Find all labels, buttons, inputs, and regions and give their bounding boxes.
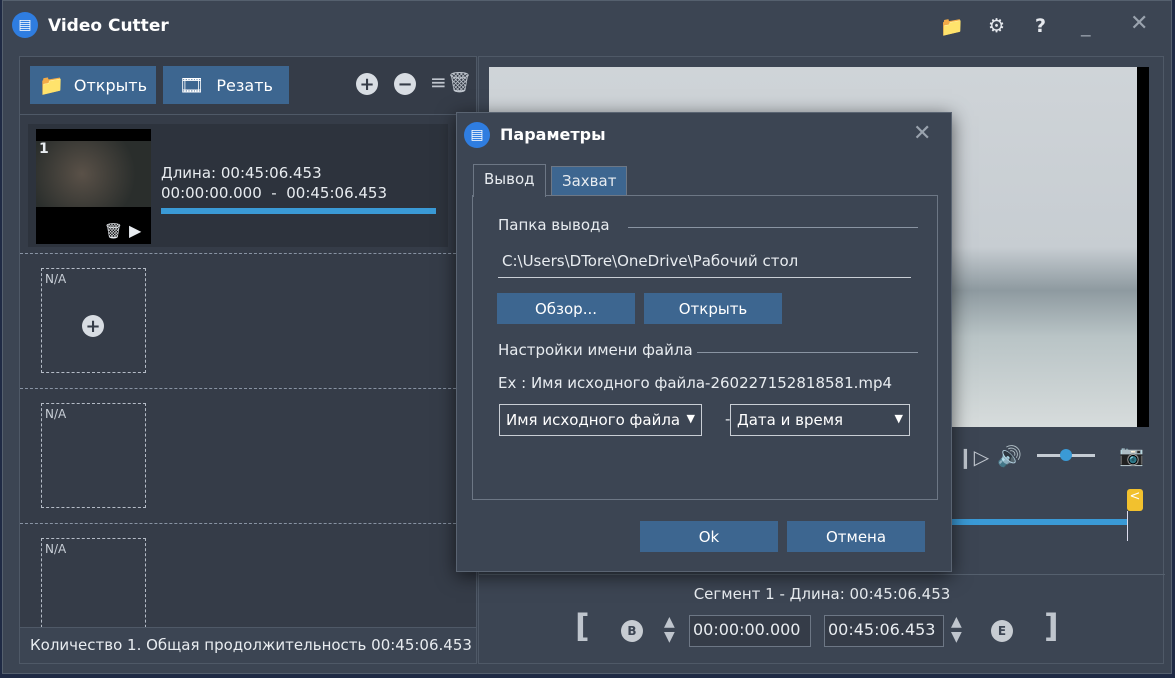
open-label: Открыть	[73, 75, 148, 95]
name-part2-select[interactable]: Дата и время ▼	[730, 404, 910, 436]
folder-icon[interactable]: 📁	[940, 15, 964, 38]
volume-slider[interactable]	[1037, 449, 1095, 461]
minimize-icon[interactable]: _	[1081, 15, 1091, 37]
status-bar: Количество 1. Общая продолжительность 00…	[20, 627, 476, 663]
tab-capture[interactable]: Захват	[551, 166, 628, 196]
dialog-title: Параметры	[500, 125, 606, 144]
snapshot-icon[interactable]: 📷	[1119, 443, 1144, 467]
empty-slot[interactable]: N/A +	[20, 254, 476, 389]
end-time-input[interactable]: 00:45:06.453	[824, 615, 944, 647]
clip-range: 00:00:00.000 - 00:45:06.453	[161, 184, 388, 202]
delete-clip-icon[interactable]: 🗑	[104, 222, 123, 240]
output-path-input[interactable]: C:\Users\DTore\OneDrive\Рабочий стол	[498, 248, 911, 278]
add-icon[interactable]: +	[356, 73, 378, 95]
empty-slot[interactable]: N/A	[20, 524, 476, 629]
chevron-down-icon: ▼	[686, 412, 695, 425]
cut-button[interactable]: 🎞 Резать	[163, 66, 289, 104]
name-part1-select[interactable]: Имя исходного файла ▼	[499, 404, 702, 436]
clear-list-icon[interactable]: ≡🗑	[430, 70, 472, 94]
filename-settings-label: Настройки имени файла	[498, 341, 693, 359]
clip-thumbnail: 1 🗑 ▶	[36, 129, 151, 244]
add-clip-icon[interactable]: +	[82, 315, 104, 337]
open-button[interactable]: 📁 Открыть	[30, 66, 156, 104]
output-folder-label: Папка вывода	[498, 216, 610, 234]
output-tab-panel: Папка вывода C:\Users\DTore\OneDrive\Раб…	[472, 195, 938, 500]
filename-example: Ex : Имя исходного файла-260227152818581…	[498, 374, 893, 392]
start-time-input[interactable]: 00:00:00.000	[689, 615, 811, 647]
end-marker-handle[interactable]: <	[1127, 489, 1143, 511]
end-marker-icon[interactable]: E	[991, 620, 1013, 642]
browse-button[interactable]: Обзор...	[497, 293, 635, 324]
window-title: Video Cutter	[48, 16, 169, 36]
cancel-button[interactable]: Отмена	[787, 521, 925, 552]
tab-output[interactable]: Вывод	[473, 164, 546, 197]
settings-dialog: ▤ Параметры ✕ Вывод Захват Папка вывода …	[456, 112, 952, 572]
clip-index: 1	[39, 141, 49, 157]
next-frame-icon[interactable]: ❙▷	[957, 445, 989, 469]
clip-progress	[161, 208, 436, 214]
cut-label: Резать	[216, 75, 273, 95]
name-part2-value: Дата и время	[737, 411, 844, 429]
empty-slot-box[interactable]: N/A +	[41, 268, 146, 373]
empty-slot[interactable]: N/A	[20, 389, 476, 524]
close-icon[interactable]: ✕	[1130, 11, 1148, 36]
chevron-down-icon: ▼	[894, 412, 903, 425]
app-logo-icon: ▤	[12, 12, 38, 38]
film-icon: 🎞	[179, 73, 205, 97]
ok-button[interactable]: Ok	[640, 521, 778, 552]
begin-marker-icon[interactable]: B	[621, 620, 643, 642]
gear-icon[interactable]: ⚙	[988, 15, 1005, 37]
na-label: N/A	[45, 542, 67, 556]
help-icon[interactable]: ?	[1035, 15, 1046, 37]
na-label: N/A	[45, 272, 67, 286]
dialog-logo-icon: ▤	[464, 122, 490, 148]
play-clip-icon[interactable]: ▶	[129, 221, 141, 240]
open-folder-button[interactable]: Открыть	[644, 293, 782, 324]
empty-slot-box[interactable]: N/A	[41, 538, 146, 629]
start-spinner-icon[interactable]: ▲ ▼	[664, 615, 675, 645]
volume-icon[interactable]: 🔊	[997, 444, 1022, 468]
segment-label: Сегмент 1 - Длина: 00:45:06.453	[693, 585, 951, 603]
set-end-bracket[interactable]: ]	[1044, 607, 1059, 645]
clip-length: Длина: 00:45:06.453	[161, 164, 322, 182]
na-label: N/A	[45, 407, 67, 421]
remove-icon[interactable]: −	[394, 73, 416, 95]
clip-list-panel: 📁 Открыть 🎞 Резать + − ≡🗑 1 🗑 ▶ Длина: 00:…	[19, 56, 477, 664]
set-start-bracket[interactable]: [	[575, 607, 590, 645]
folder-icon: 📁	[38, 73, 64, 97]
name-part1-value: Имя исходного файла	[506, 411, 681, 429]
empty-slot-box[interactable]: N/A	[41, 403, 146, 508]
clip-item[interactable]: 1 🗑 ▶ Длина: 00:45:06.453 00:00:00.000 -…	[28, 124, 448, 247]
dialog-close-icon[interactable]: ✕	[913, 121, 931, 146]
end-spinner-icon[interactable]: ▲ ▼	[951, 615, 962, 645]
